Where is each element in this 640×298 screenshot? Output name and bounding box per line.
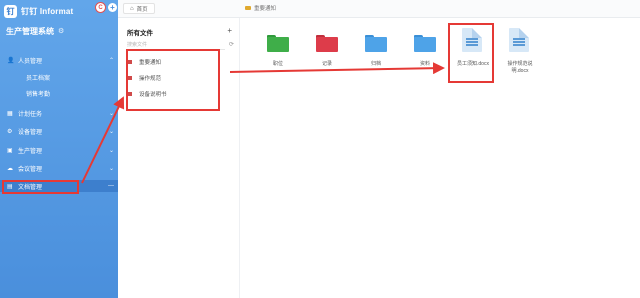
arrow-sidebar-to-tree (81, 96, 125, 184)
arrow-tree-to-file (229, 62, 445, 75)
annotation-arrows (81, 62, 445, 184)
